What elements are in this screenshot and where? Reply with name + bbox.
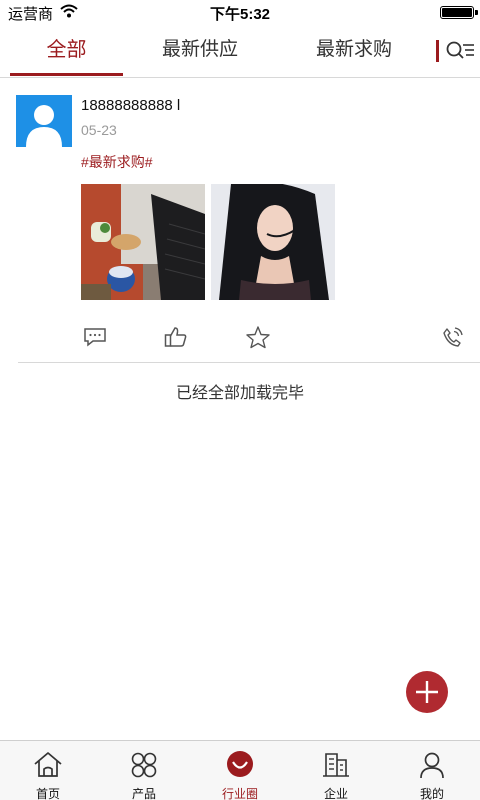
nav-label-home: 首页 <box>35 787 60 800</box>
nav-item-home[interactable]: 首页 <box>0 741 96 800</box>
clock: 下午5:32 <box>209 6 271 23</box>
nav-item-industry-circle[interactable]: 行业圈 <box>192 741 288 800</box>
call-button[interactable] <box>440 325 466 349</box>
plus-icon <box>416 681 438 703</box>
feed-post: 18888888888 l 05-23 #最新求购# <box>0 79 480 364</box>
industry-circle-icon <box>227 751 253 777</box>
post-photo[interactable] <box>81 184 205 300</box>
favorite-icon <box>246 326 270 349</box>
nav-item-products[interactable]: 产品 <box>96 741 192 800</box>
active-tab-indicator <box>10 73 123 76</box>
enterprise-icon <box>323 753 349 777</box>
tab-latest-supply[interactable]: 最新供应 <box>138 24 262 76</box>
nav-label-enterprise: 企业 <box>323 787 348 800</box>
battery-level <box>442 8 472 17</box>
like-icon <box>164 327 187 347</box>
tab-latest-purchase[interactable]: 最新求购 <box>292 24 416 76</box>
tab-all[interactable]: 全部 <box>10 24 123 76</box>
status-bar: 运营商 下午5:32 <box>0 0 480 24</box>
like-button[interactable] <box>163 325 189 349</box>
comment-button[interactable] <box>82 325 108 349</box>
add-post-button[interactable] <box>406 671 448 713</box>
bottom-navigation: 首页 产品 行业圈 企业 我的 <box>0 740 480 800</box>
poster-name[interactable]: 18888888888 l <box>81 97 180 114</box>
post-tag[interactable]: #最新求购# <box>81 152 153 172</box>
comment-icon <box>84 328 106 347</box>
profile-icon <box>420 752 444 779</box>
load-complete-text: 已经全部加载完毕 <box>175 385 304 402</box>
phone-icon <box>443 327 463 347</box>
nav-label-industry-circle: 行业圈 <box>221 787 258 800</box>
post-date: 05-23 <box>81 122 117 138</box>
products-icon <box>131 752 157 778</box>
battery-icon <box>440 6 478 19</box>
nav-label-profile: 我的 <box>419 787 444 800</box>
nav-item-profile[interactable]: 我的 <box>384 741 480 800</box>
search-filter-button[interactable] <box>444 36 476 66</box>
home-icon <box>34 752 62 777</box>
tab-divider <box>436 40 439 62</box>
category-tab-bar: 全部 最新供应 最新求购 <box>0 24 480 78</box>
default-user-icon <box>26 105 62 147</box>
nav-item-enterprise[interactable]: 企业 <box>288 741 384 800</box>
favorite-button[interactable] <box>245 325 271 349</box>
search-list-icon <box>446 41 474 59</box>
post-divider <box>18 362 480 363</box>
post-photo[interactable] <box>211 184 335 300</box>
nav-label-products: 产品 <box>131 787 156 800</box>
avatar[interactable] <box>16 95 72 147</box>
